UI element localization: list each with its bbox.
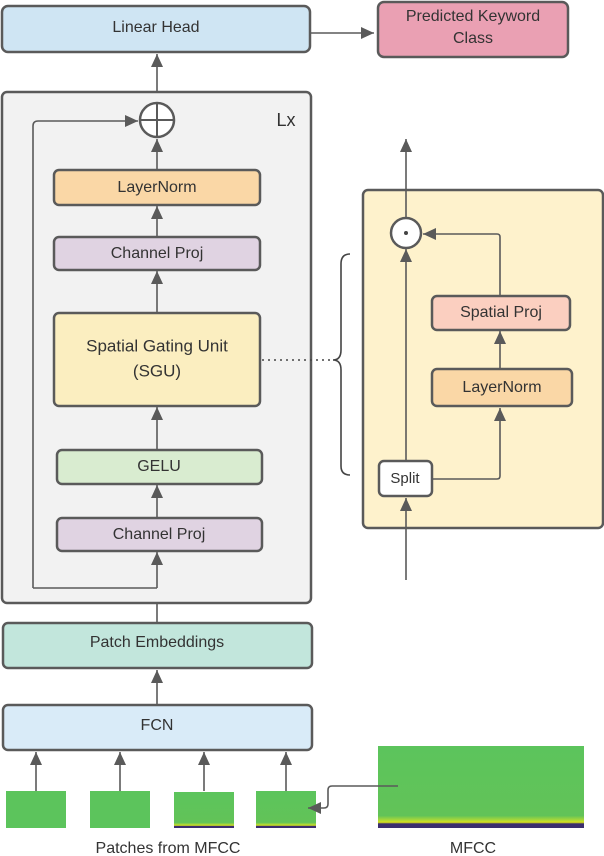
predicted-label-2: Class [453, 30, 493, 47]
split-label: Split [390, 470, 420, 487]
layernorm-label: LayerNorm [117, 179, 196, 196]
channel-proj-top-label: Channel Proj [111, 245, 204, 262]
linear-head-label: Linear Head [112, 19, 199, 36]
predicted-label-1: Predicted Keyword [406, 8, 540, 25]
spatial-proj-label: Spatial Proj [460, 304, 542, 321]
gelu-label: GELU [137, 458, 181, 475]
patch-2 [90, 791, 150, 828]
patch-4 [256, 791, 316, 828]
sgu-block [52, 311, 262, 408]
channel-proj-bottom-label: Channel Proj [113, 526, 206, 543]
mfcc-patches [6, 752, 316, 828]
patch-3 [174, 792, 234, 828]
patches-label: Patches from MFCC [96, 840, 241, 856]
patch-1 [6, 791, 66, 828]
fcn-label: FCN [141, 717, 174, 734]
mfcc-image [378, 746, 584, 828]
sgu-label-2: (SGU) [133, 361, 181, 380]
brace [332, 253, 351, 476]
sgu-label-1: Spatial Gating Unit [86, 336, 228, 355]
repeat-label: Lx [276, 110, 295, 130]
patch-embeddings-label: Patch Embeddings [90, 634, 224, 651]
architecture-diagram: Linear Head Predicted Keyword Class Lx L… [0, 0, 604, 856]
mfcc-label: MFCC [450, 840, 496, 856]
sgu-layernorm-label: LayerNorm [462, 379, 541, 396]
